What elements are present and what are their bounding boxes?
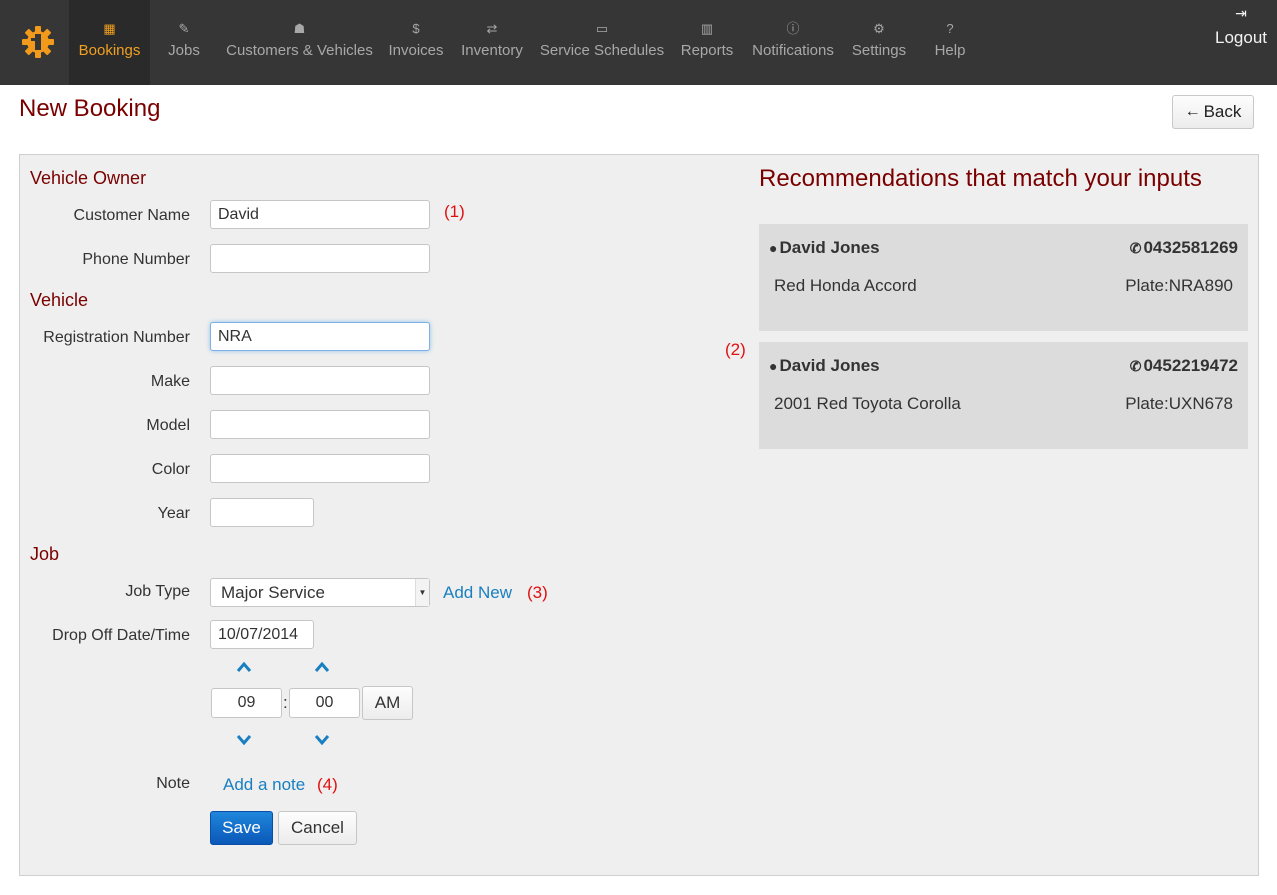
job-type-label: Job Type: [125, 583, 190, 600]
recommendation-phone: 0452219472: [1143, 356, 1238, 375]
question-icon: ?: [946, 21, 954, 36]
annotation-3: (3): [527, 583, 548, 602]
minute-input[interactable]: 00: [289, 688, 360, 718]
info-icon: ⓘ: [786, 21, 800, 36]
user-icon: ●: [769, 358, 778, 374]
recommendation-plate: Plate:UXN678: [1125, 394, 1233, 413]
minute-down-chevron-icon[interactable]: [313, 733, 331, 747]
add-note-link[interactable]: Add a note: [223, 775, 305, 795]
nav-reports[interactable]: ▥ Reports: [676, 0, 738, 85]
recommendations-title: Recommendations that match your inputs: [759, 165, 1202, 192]
users-icon: ☗: [293, 21, 306, 36]
dollar-icon: $: [412, 21, 420, 36]
hour-down-chevron-icon[interactable]: [235, 733, 253, 747]
recommendation-card[interactable]: ● David Jones ✆ 0432581269 Red Honda Accor…: [759, 224, 1248, 331]
nav-label: Settings: [851, 42, 907, 59]
color-input[interactable]: [210, 454, 430, 483]
phone-number-label: Phone Number: [82, 251, 190, 268]
recommendation-plate: Plate:NRA890: [1125, 276, 1233, 295]
annotation-2: (2): [725, 340, 746, 359]
top-navbar: ▦ Bookings ✎ Jobs ☗ Customers & Vehicles…: [0, 0, 1277, 85]
back-label: Back: [1203, 102, 1242, 121]
customer-name-label: Customer Name: [73, 207, 190, 224]
model-label: Model: [146, 417, 190, 434]
nav-label: Customers & Vehicles: [226, 42, 373, 59]
hour-input[interactable]: 09: [211, 688, 282, 718]
recommendation-name-wrapper: ● David Jones: [769, 238, 880, 258]
recommendation-vehicle: 2001 Red Toyota Corolla: [774, 394, 961, 413]
nav-label: Jobs: [168, 42, 200, 59]
sign-out-icon: ⇥: [1235, 5, 1247, 21]
make-input[interactable]: [210, 366, 430, 395]
exchange-icon: ⇄: [486, 21, 498, 36]
hour-up-chevron-icon[interactable]: [235, 660, 253, 674]
job-type-select[interactable]: Major Service ▼: [210, 578, 430, 607]
caret-down-icon: ▼: [415, 579, 429, 606]
nav-label: Inventory: [461, 42, 523, 59]
annotation-1: (1): [444, 202, 465, 221]
back-button[interactable]: ← Back: [1172, 95, 1254, 129]
year-input[interactable]: [210, 498, 314, 527]
phone-icon: ✆: [1129, 240, 1142, 256]
nav-customers-vehicles[interactable]: ☗ Customers & Vehicles: [222, 0, 377, 85]
registration-input[interactable]: NRA: [210, 322, 430, 351]
recommendation-phone-wrapper: ✆ 0432581269: [1130, 238, 1238, 258]
section-vehicle: Vehicle: [30, 290, 89, 310]
nav-help[interactable]: ? Help: [928, 0, 972, 85]
phone-number-input[interactable]: [210, 244, 430, 273]
nav-inventory[interactable]: ⇄ Inventory: [457, 0, 527, 85]
color-label: Color: [151, 461, 190, 478]
nav-label: Invoices: [388, 42, 444, 59]
nav-label: Notifications: [752, 42, 834, 59]
nav-notifications[interactable]: ⓘ Notifications: [746, 0, 840, 85]
nav-label: Bookings: [78, 42, 141, 59]
annotation-4: (4): [317, 775, 338, 794]
nav-invoices[interactable]: $ Invoices: [384, 0, 448, 85]
recommendation-vehicle: Red Honda Accord: [774, 276, 917, 295]
user-icon: ●: [769, 240, 778, 256]
job-type-value: Major Service: [221, 583, 325, 602]
calendar-empty-icon: ▭: [595, 21, 609, 36]
add-new-job-type-link[interactable]: Add New: [443, 583, 512, 603]
customer-name-input[interactable]: David: [210, 200, 430, 229]
nav-jobs[interactable]: ✎ Jobs: [158, 0, 210, 85]
note-label: Note: [156, 775, 190, 792]
recommendation-name: David Jones: [779, 356, 880, 375]
app-logo-gear-icon[interactable]: [20, 24, 56, 60]
bar-chart-icon: ▥: [700, 21, 714, 36]
year-label: Year: [157, 505, 190, 522]
logout-label: Logout: [1215, 28, 1267, 47]
recommendation-phone-wrapper: ✆ 0452219472: [1130, 356, 1238, 376]
section-job: Job: [30, 544, 60, 564]
dropoff-date-input[interactable]: 10/07/2014: [210, 620, 314, 649]
section-vehicle-owner: Vehicle Owner: [30, 168, 147, 188]
arrow-left-icon: ←: [1184, 103, 1201, 120]
nav-service-schedules[interactable]: ▭ Service Schedules: [536, 0, 668, 85]
page-title: New Booking: [19, 95, 161, 122]
wrench-icon: ✎: [178, 21, 190, 36]
logout-button[interactable]: ⇥ Logout: [1215, 4, 1267, 48]
time-separator: :: [283, 693, 288, 712]
minute-up-chevron-icon[interactable]: [313, 660, 331, 674]
nav-label: Service Schedules: [539, 42, 665, 59]
make-label: Make: [150, 373, 190, 390]
cancel-button[interactable]: Cancel: [278, 811, 357, 845]
save-button[interactable]: Save: [210, 811, 273, 845]
recommendation-name-wrapper: ● David Jones: [769, 356, 880, 376]
model-input[interactable]: [210, 410, 430, 439]
recommendation-name: David Jones: [779, 238, 880, 257]
recommendation-card[interactable]: ● David Jones ✆ 0452219472 2001 Red Toyota…: [759, 342, 1248, 449]
nav-label: Help: [934, 42, 966, 59]
cogs-icon: ⚙: [873, 21, 885, 36]
nav-settings[interactable]: ⚙ Settings: [848, 0, 910, 85]
recommendation-phone: 0432581269: [1143, 238, 1238, 257]
phone-icon: ✆: [1129, 358, 1142, 374]
calendar-icon: ▦: [103, 21, 116, 36]
ampm-toggle-button[interactable]: AM: [362, 686, 413, 720]
registration-label: Registration Number: [43, 329, 190, 346]
dropoff-label: Drop Off Date/Time: [52, 627, 190, 644]
nav-bookings[interactable]: ▦ Bookings: [69, 0, 150, 85]
nav-label: Reports: [680, 42, 734, 59]
